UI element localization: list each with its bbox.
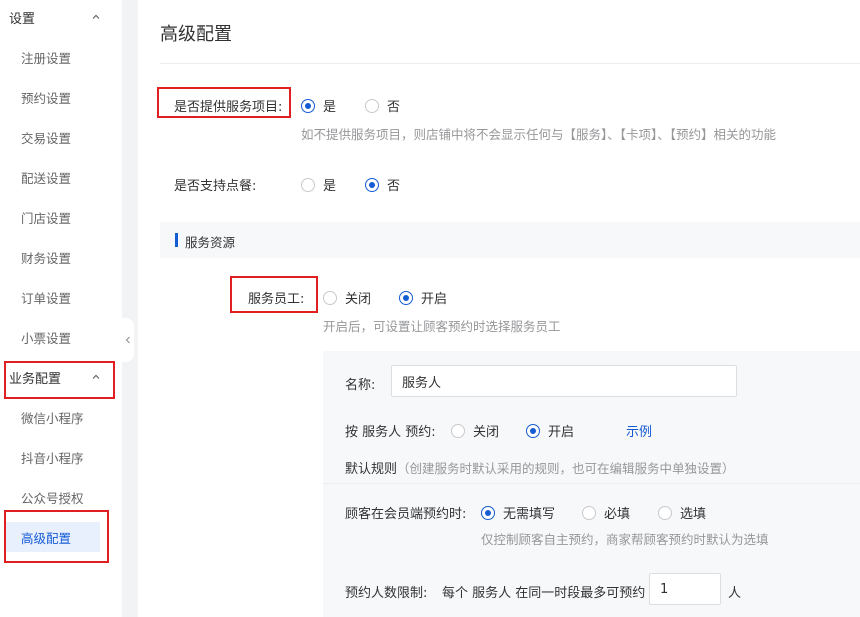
radio-label: 否	[387, 100, 401, 115]
service-items-yes-radio[interactable]: 是	[301, 96, 336, 115]
radio-unchecked-icon	[365, 98, 379, 113]
highlight-box	[4, 510, 109, 563]
sidebar-item-label: 门店设置	[21, 210, 72, 226]
default-rule-note: （创建服务时默认采用的规则，也可在编辑服务中单独设置）	[397, 461, 735, 476]
sidebar-item-label: 订单设置	[21, 290, 72, 306]
sidebar-item-official-account-auth[interactable]: 公众号授权	[6, 482, 100, 512]
ordering-yes-radio[interactable]: 是	[301, 175, 336, 194]
sidebar-item-label: 预约设置	[21, 90, 72, 106]
sidebar-item-douyin-miniprogram[interactable]: 抖音小程序	[6, 442, 100, 472]
sidebar-item-label: 配送设置	[21, 170, 72, 186]
customer-none-radio[interactable]: 无需填写	[481, 503, 555, 522]
sidebar-collapse-button[interactable]	[122, 318, 134, 362]
default-rule-title: 默认规则	[345, 462, 398, 477]
radio-label: 关闭	[345, 292, 372, 307]
sidebar-item-trade-settings[interactable]: 交易设置	[6, 122, 100, 152]
service-staff-help: 开启后，可设置让顾客预约时选择服务员工	[323, 319, 561, 334]
radio-checked-icon	[399, 290, 413, 305]
name-input[interactable]: 服务人	[391, 365, 737, 397]
radio-label: 是	[323, 179, 337, 194]
divider	[323, 483, 860, 484]
booking-limit-input[interactable]: 1	[649, 573, 721, 605]
radio-checked-icon	[365, 177, 379, 192]
service-items-label: 是否提供服务项目:	[174, 100, 283, 115]
staff-on-radio[interactable]: 开启	[399, 288, 447, 307]
radio-checked-icon	[301, 98, 315, 113]
radio-unchecked-icon	[582, 505, 596, 520]
sidebar-item-register-settings[interactable]: 注册设置	[6, 42, 100, 72]
chevron-up-icon	[92, 14, 100, 19]
sidebar-item-label: 小票设置	[21, 330, 72, 346]
sidebar-item-finance-settings[interactable]: 财务设置	[6, 242, 100, 272]
sidebar-item-store-settings[interactable]: 门店设置	[6, 202, 100, 232]
sidebar-item-order-settings[interactable]: 订单设置	[6, 282, 100, 312]
customer-booking-label: 顾客在会员端预约时:	[345, 507, 467, 522]
radio-label: 开启	[548, 425, 575, 440]
sidebar-item-label: 交易设置	[21, 130, 72, 146]
example-link[interactable]: 示例	[626, 421, 652, 440]
customer-optional-radio[interactable]: 选填	[658, 503, 706, 522]
section-title: 服务资源	[185, 235, 236, 250]
radio-label: 必填	[604, 507, 631, 522]
section-header: 服务资源	[160, 222, 860, 258]
sidebar-item-delivery-settings[interactable]: 配送设置	[6, 162, 100, 192]
sidebar-group-label: 设置	[9, 11, 36, 27]
book-by-off-radio[interactable]: 关闭	[451, 421, 499, 440]
main-content: 高级配置 是否提供服务项目: 是 否 如不提供服务项目，则店铺中将不会显示任何与…	[138, 0, 860, 617]
booking-limit-unit: 人	[728, 586, 742, 601]
ordering-label: 是否支持点餐:	[174, 179, 257, 194]
booking-limit-value: 1	[660, 581, 669, 597]
sidebar-item-booking-settings[interactable]: 预约设置	[6, 82, 100, 112]
service-items-no-radio[interactable]: 否	[365, 96, 400, 115]
booking-limit-prefix: 每个 服务人 在同一时段最多可预约	[442, 586, 646, 601]
sidebar-item-label: 抖音小程序	[21, 450, 84, 466]
name-label: 名称:	[345, 378, 376, 393]
sidebar-item-label: 注册设置	[21, 50, 72, 66]
radio-unchecked-icon	[323, 290, 337, 305]
ordering-no-radio[interactable]: 否	[365, 175, 400, 194]
sidebar-item-label: 公众号授权	[21, 490, 84, 506]
radio-checked-icon	[481, 505, 495, 520]
section-accent	[175, 233, 178, 247]
radio-unchecked-icon	[658, 505, 672, 520]
service-items-help: 如不提供服务项目，则店铺中将不会显示任何与【服务】、【卡项】、【预约】相关的功能	[301, 127, 777, 142]
radio-label: 无需填写	[503, 507, 556, 522]
sidebar-item-wechat-miniprogram[interactable]: 微信小程序	[6, 402, 100, 432]
staff-config-panel: 名称: 服务人 按 服务人 预约: 关闭 开启 示例 默认规则（创建服务时默认采…	[323, 351, 860, 617]
radio-label: 关闭	[473, 425, 500, 440]
name-input-value: 服务人	[402, 375, 442, 391]
service-staff-label: 服务员工:	[248, 292, 305, 307]
customer-required-radio[interactable]: 必填	[582, 503, 630, 522]
book-by-on-radio[interactable]: 开启	[526, 421, 574, 440]
page-title: 高级配置	[160, 24, 232, 45]
sidebar-group-settings[interactable]: 设置	[0, 0, 115, 34]
sidebar-item-receipt-settings[interactable]: 小票设置	[6, 322, 100, 352]
chevron-left-icon	[125, 336, 130, 344]
radio-label: 是	[323, 100, 337, 115]
radio-label: 开启	[421, 292, 448, 307]
book-by-label: 按 服务人 预约:	[345, 425, 436, 440]
divider	[160, 63, 860, 64]
radio-checked-icon	[526, 423, 540, 438]
radio-label: 选填	[680, 507, 707, 522]
booking-limit-label: 预约人数限制:	[345, 586, 428, 601]
staff-off-radio[interactable]: 关闭	[323, 288, 371, 307]
default-rule-block: 默认规则（创建服务时默认采用的规则，也可在编辑服务中单独设置）	[345, 458, 735, 477]
radio-label: 否	[387, 179, 401, 194]
highlight-box	[4, 361, 115, 399]
radio-unchecked-icon	[301, 177, 315, 192]
sidebar-item-label: 财务设置	[21, 250, 72, 266]
sidebar-item-label: 微信小程序	[21, 410, 84, 426]
radio-unchecked-icon	[451, 423, 465, 438]
customer-booking-help: 仅控制顾客自主预约，商家帮顾客预约时默认为选填	[481, 532, 769, 547]
